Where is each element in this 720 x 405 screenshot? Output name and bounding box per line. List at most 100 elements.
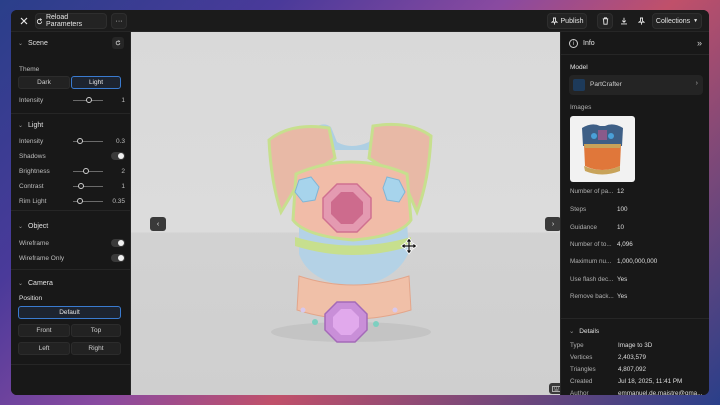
light-row-label: Shadows xyxy=(19,152,46,160)
camera-default-button[interactable]: Default xyxy=(18,306,121,319)
theme-dark-label: Dark xyxy=(37,79,51,86)
slider-knob[interactable] xyxy=(86,97,93,103)
chevron-left-icon: ‹ xyxy=(156,220,160,228)
detail-label: Triangles xyxy=(570,366,596,373)
param-value: 4,096 xyxy=(617,241,633,248)
3d-viewport[interactable]: ‹ › xyxy=(131,32,560,395)
light-row-value: 1 xyxy=(121,182,125,190)
slider-knob[interactable] xyxy=(77,183,84,189)
previous-view-button[interactable]: ‹ xyxy=(150,217,166,231)
close-icon xyxy=(20,17,28,25)
detail-value: 4,807,092 xyxy=(618,366,647,373)
position-label: Position xyxy=(19,294,43,302)
divider xyxy=(561,318,709,319)
armor-reference-image xyxy=(582,124,623,175)
chevron-right-icon: › xyxy=(695,80,698,87)
belt-stud xyxy=(373,321,379,327)
next-view-button[interactable]: › xyxy=(545,217,560,231)
divider xyxy=(11,364,131,365)
pin-icon xyxy=(550,17,558,25)
details-section-header[interactable]: ⌄ Details xyxy=(569,327,599,335)
collapse-panel-icon[interactable]: » xyxy=(697,38,702,48)
detail-label: Created xyxy=(570,378,593,385)
pin-button[interactable] xyxy=(633,13,649,29)
light-row: Contrast 1 xyxy=(19,180,125,192)
keyboard-shortcuts-button[interactable] xyxy=(549,383,560,394)
light-row-value: 0.35 xyxy=(112,197,125,205)
chevron-down-icon: ⌄ xyxy=(18,122,24,129)
delete-button[interactable] xyxy=(597,13,613,29)
light-row-label: Contrast xyxy=(19,182,44,190)
light-slider[interactable] xyxy=(73,165,103,177)
model-label: Model xyxy=(570,64,588,71)
wireframe-row: Wireframe xyxy=(19,237,125,249)
light-row: Brightness 2 xyxy=(19,165,125,177)
publish-button[interactable]: Publish xyxy=(547,13,587,29)
object-title: Object xyxy=(28,222,49,230)
theme-dark-button[interactable]: Dark xyxy=(18,76,70,89)
collections-label: Collections xyxy=(655,17,691,25)
intensity-value: 1 xyxy=(121,96,125,104)
object-section-header[interactable]: ⌄ Object xyxy=(11,219,131,233)
param-label: Steps xyxy=(570,206,587,213)
more-options-button[interactable]: ··· xyxy=(111,13,127,29)
collections-dropdown[interactable]: Collections ▼ xyxy=(652,13,702,29)
trash-icon xyxy=(602,17,608,25)
divider xyxy=(561,54,709,55)
light-slider[interactable] xyxy=(73,180,103,192)
wireframe-only-label: Wireframe Only xyxy=(19,254,65,262)
divider xyxy=(11,113,131,114)
top-toolbar: Reload Parameters ··· Publish Collection… xyxy=(11,10,709,32)
param-label: Remove back... xyxy=(570,293,614,300)
param-label: Number of pa... xyxy=(570,188,614,195)
toggle-dot xyxy=(118,255,124,261)
light-slider[interactable] xyxy=(73,195,103,207)
wireframe-only-toggle[interactable] xyxy=(111,254,125,262)
model-selector[interactable]: PartCrafter › xyxy=(569,75,703,95)
chevron-right-icon: › xyxy=(551,220,555,228)
param-value: Yes xyxy=(617,276,628,283)
app-window: Reload Parameters ··· Publish Collection… xyxy=(11,10,709,395)
param-label: Use flash dec... xyxy=(570,276,614,283)
publish-label: Publish xyxy=(560,17,584,25)
slider-knob[interactable] xyxy=(77,198,84,204)
download-button[interactable] xyxy=(616,13,632,29)
scene-reset-button[interactable] xyxy=(112,37,124,49)
default-label: Default xyxy=(59,309,80,316)
left-label: Left xyxy=(38,345,50,352)
camera-right-button[interactable]: Right xyxy=(71,342,121,355)
chevron-down-icon: ⌄ xyxy=(18,40,24,47)
front-label: Front xyxy=(36,327,52,334)
light-row-label: Rim Light xyxy=(19,197,47,205)
detail-label: Author xyxy=(570,390,589,395)
slider-knob[interactable] xyxy=(82,168,89,174)
armor-model[interactable] xyxy=(131,32,560,395)
camera-top-button[interactable]: Top xyxy=(71,324,121,337)
close-button[interactable] xyxy=(16,13,32,29)
light-row-label: Brightness xyxy=(19,167,50,175)
right-label: Right xyxy=(88,345,104,352)
param-value: 10 xyxy=(617,224,625,231)
reload-parameters-button[interactable]: Reload Parameters xyxy=(35,13,107,29)
wireframe-toggle[interactable] xyxy=(111,239,125,247)
position-row: Position xyxy=(19,292,125,304)
belt-stud xyxy=(300,307,306,313)
settings-sidebar: ⌄ Scene Theme Dark Light Intensity 1 ⌄ L… xyxy=(11,32,131,395)
reset-icon xyxy=(115,40,121,46)
param-label: Maximum nu... xyxy=(570,258,612,265)
input-image-thumbnail[interactable] xyxy=(570,116,635,182)
detail-value: Image to 3D xyxy=(618,342,653,349)
light-section-header[interactable]: ⌄ Light xyxy=(11,118,131,132)
reload-label: Reload Parameters xyxy=(45,14,83,28)
shadows-toggle[interactable] xyxy=(111,152,125,160)
chevron-down-icon: ▼ xyxy=(693,18,699,24)
camera-section-header[interactable]: ⌄ Camera xyxy=(11,276,131,290)
camera-left-button[interactable]: Left xyxy=(18,342,70,355)
intensity-label: Intensity xyxy=(19,96,44,104)
theme-light-button[interactable]: Light xyxy=(71,76,121,89)
param-value: 100 xyxy=(617,206,628,213)
scene-intensity-slider[interactable] xyxy=(73,94,103,106)
camera-front-button[interactable]: Front xyxy=(18,324,70,337)
light-slider[interactable] xyxy=(73,135,103,147)
slider-knob[interactable] xyxy=(76,138,83,144)
